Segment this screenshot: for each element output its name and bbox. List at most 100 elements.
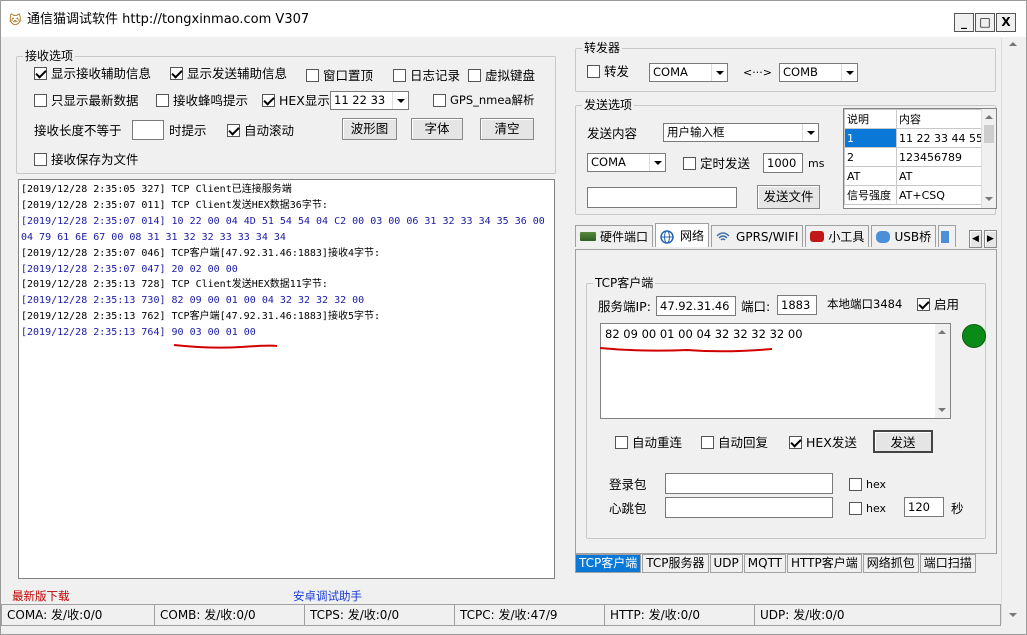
- title-bar[interactable]: 🐱 通信猫调试软件 http://tongxinmao.com V307 _ □…: [1, 1, 1026, 37]
- login-hex-checkbox[interactable]: hex: [849, 477, 886, 492]
- network-mode-tabs: TCP客户端 TCP服务器 UDP MQTT HTTP客户端 网络抓包 端口扫描: [575, 554, 977, 574]
- table-row[interactable]: 信号强度 AT+CSQ: [844, 185, 984, 205]
- chevron-down-icon: [802, 124, 818, 141]
- log-line: 04 79 61 6E 67 00 08 31 31 32 32 33 33 3…: [21, 231, 286, 243]
- table-scrollbar[interactable]: [981, 109, 996, 208]
- login-packet-input[interactable]: [665, 473, 833, 494]
- table-cell: 11 22 33 44 55: [896, 128, 984, 148]
- interval-input[interactable]: 1000: [763, 153, 803, 173]
- send-file-button[interactable]: 发送文件: [757, 185, 820, 209]
- login-packet-label: 登录包: [609, 477, 647, 492]
- hex-send-checkbox[interactable]: HEX发送: [789, 435, 857, 450]
- forwarder-label: 转发器: [582, 40, 623, 56]
- tab-http-client[interactable]: HTTP客户端: [787, 554, 862, 573]
- table-row[interactable]: 2 123456789: [844, 147, 984, 167]
- tab-scroll-left-button[interactable]: ◀: [969, 230, 982, 248]
- table-cell: 1: [844, 128, 897, 148]
- log-line: [2019/12/28 2:35:07 014] 10 22 00 04 4D …: [21, 215, 545, 227]
- auto-scroll-checkbox[interactable]: 自动滚动: [227, 123, 294, 138]
- app-cat-icon: 🐱: [9, 13, 22, 27]
- gps-parse-checkbox[interactable]: GPS_nmea解析: [433, 93, 535, 108]
- save-to-file-checkbox[interactable]: 接收保存为文件: [34, 152, 139, 167]
- send-port-select[interactable]: COMA: [587, 153, 666, 172]
- tab-network[interactable]: 网络: [655, 223, 710, 247]
- port-input[interactable]: 1883: [777, 295, 817, 315]
- forward-checkbox[interactable]: 转发: [587, 64, 629, 79]
- tab-usb-bridge[interactable]: USB桥: [871, 225, 937, 247]
- serial-port-icon: [580, 232, 596, 241]
- status-tcps: TCPS: 发/收:0/0: [305, 604, 455, 626]
- hex-format-select[interactable]: 11 22 33: [330, 91, 409, 110]
- forward-dest-select[interactable]: COMB: [779, 63, 858, 82]
- tab-gprs-wifi[interactable]: GPRS/WIFI: [711, 225, 804, 247]
- log-line: [2019/12/28 2:35:07 047] 20 02 00 00: [21, 263, 238, 275]
- tab-tcp-server[interactable]: TCP服务器: [642, 554, 709, 573]
- heartbeat-interval-input[interactable]: 120: [904, 497, 944, 517]
- log-line: [2019/12/28 2:35:13 764] 90 03 00 01 00: [21, 327, 256, 339]
- timed-send-checkbox[interactable]: 定时发送: [683, 156, 750, 171]
- send-textarea-text: 82 09 00 01 00 04 32 32 32 32 00: [605, 327, 803, 341]
- beep-checkbox[interactable]: 接收蜂鸣提示: [156, 93, 248, 108]
- chevron-down-icon: [711, 64, 727, 81]
- minimize-button[interactable]: _: [954, 13, 974, 32]
- android-helper-link[interactable]: 安卓调试助手: [293, 589, 362, 604]
- tab-hardware-port[interactable]: 硬件端口: [575, 225, 654, 247]
- tab-scroll-right-button[interactable]: ▶: [984, 230, 997, 248]
- waveform-button[interactable]: 波形图: [342, 118, 397, 140]
- quick-send-table[interactable]: 说明 内容 1 11 22 33 44 55 2 123456789 AT AT…: [843, 108, 997, 209]
- enable-checkbox[interactable]: 启用: [917, 297, 959, 312]
- tab-more[interactable]: [938, 225, 957, 247]
- window-title: 通信猫调试软件 http://tongxinmao.com V307: [27, 12, 310, 27]
- heartbeat-input[interactable]: [665, 497, 833, 518]
- table-row[interactable]: 1 11 22 33 44 55: [844, 128, 984, 148]
- send-button[interactable]: 发送: [873, 430, 933, 453]
- table-header: 说明: [844, 109, 897, 129]
- log-record-checkbox[interactable]: 日志记录: [393, 68, 460, 83]
- show-tx-info-checkbox[interactable]: 显示发送辅助信息: [170, 66, 287, 81]
- close-button[interactable]: X: [996, 13, 1016, 32]
- table-cell: 123456789: [896, 147, 984, 167]
- virtual-keyboard-checkbox[interactable]: 虚拟键盘: [468, 68, 535, 83]
- table-cell: AT: [844, 166, 897, 186]
- window-top-checkbox[interactable]: 窗口置顶: [306, 68, 373, 83]
- forward-arrow: <···>: [743, 66, 772, 79]
- textarea-scrollbar[interactable]: [935, 324, 950, 418]
- receive-log[interactable]: [2019/12/28 2:35:05 327] TCP Client已连接服务…: [18, 179, 555, 579]
- tab-udp[interactable]: UDP: [709, 554, 743, 573]
- more-tab-icon: [941, 230, 950, 243]
- send-textarea[interactable]: 82 09 00 01 00 04 32 32 32 32 00: [600, 323, 951, 419]
- network-globe-icon: [660, 229, 676, 244]
- log-line: [2019/12/28 2:35:13 762] TCP客户端[47.92.31…: [21, 311, 380, 323]
- tab-tcp-client[interactable]: TCP客户端: [575, 554, 642, 573]
- tab-tools[interactable]: 小工具: [805, 225, 870, 247]
- hex-display-checkbox[interactable]: HEX显示: [262, 93, 330, 108]
- auto-reply-checkbox[interactable]: 自动回复: [701, 435, 768, 450]
- log-line: [2019/12/28 2:35:07 011] TCP Client发送HEX…: [21, 199, 328, 211]
- port-tabs: 硬件端口 网络 GPRS/WIFI 小工具 USB桥: [575, 223, 958, 249]
- length-label: 接收长度不等于: [34, 123, 122, 138]
- tab-mqtt[interactable]: MQTT: [743, 554, 787, 573]
- tab-port-scan[interactable]: 端口扫描: [919, 554, 976, 573]
- interval-unit: ms: [808, 157, 825, 170]
- server-ip-input[interactable]: 47.92.31.46: [656, 296, 736, 316]
- port-label: 端口:: [741, 299, 771, 314]
- window-scrollbar[interactable]: [1001, 38, 1023, 624]
- heartbeat-hex-checkbox[interactable]: hex: [849, 501, 886, 516]
- auto-reconnect-checkbox[interactable]: 自动重连: [615, 435, 682, 450]
- table-row[interactable]: AT AT: [844, 166, 984, 186]
- latest-only-checkbox[interactable]: 只显示最新数据: [34, 93, 139, 108]
- send-content-select[interactable]: 用户输入框: [663, 123, 819, 142]
- table-cell: AT: [896, 166, 984, 186]
- tab-packet-capture[interactable]: 网络抓包: [862, 554, 919, 573]
- length-input[interactable]: [132, 120, 164, 140]
- send-options-label: 发送选项: [582, 97, 635, 113]
- maximize-button[interactable]: □: [975, 13, 995, 32]
- file-path-input[interactable]: [587, 187, 737, 208]
- latest-download-link[interactable]: 最新版下载: [12, 589, 70, 604]
- status-http: HTTP: 发/收:0/0: [605, 604, 755, 626]
- show-rx-info-checkbox[interactable]: 显示接收辅助信息: [34, 66, 151, 81]
- forward-source-select[interactable]: COMA: [649, 63, 728, 82]
- clear-button[interactable]: 清空: [480, 118, 534, 140]
- log-line: [2019/12/28 2:35:05 327] TCP Client已连接服务…: [21, 184, 292, 195]
- font-button[interactable]: 字体: [411, 118, 463, 140]
